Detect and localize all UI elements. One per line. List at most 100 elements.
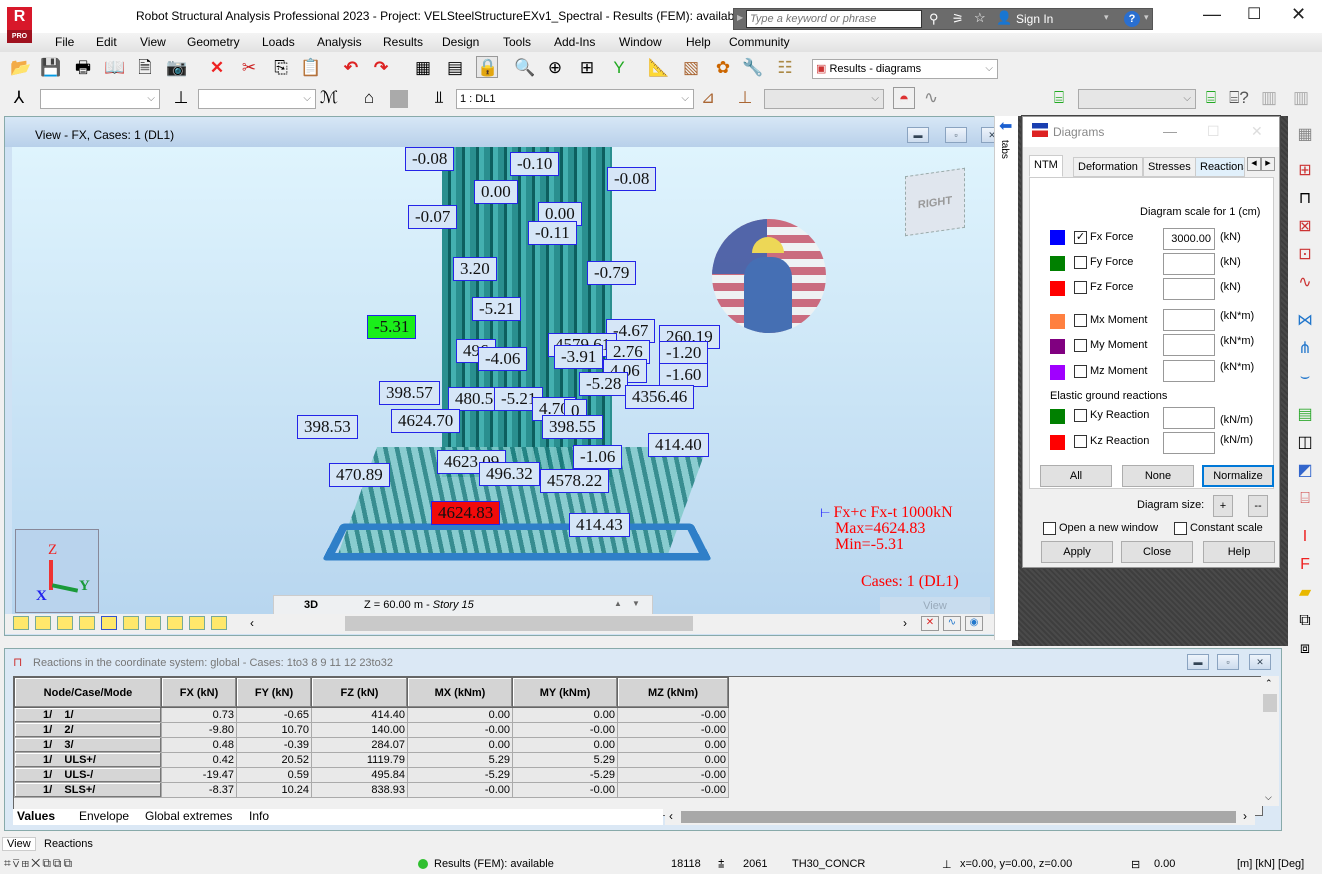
ky-checkbox[interactable] xyxy=(1074,409,1087,422)
tab-info[interactable]: Info xyxy=(249,809,269,823)
structure-3d-icon[interactable]: ⌸ xyxy=(1200,87,1222,109)
mode-icon[interactable]: ⊥ xyxy=(734,87,756,109)
hide-diagrams-icon[interactable]: ✕ xyxy=(921,616,939,631)
menu-loads[interactable]: Loads xyxy=(262,35,295,49)
cell[interactable]: -19.47 xyxy=(161,767,237,783)
col-fy[interactable]: FY (kN) xyxy=(236,677,312,708)
cell[interactable]: 0.00 xyxy=(407,707,513,723)
fy-color-swatch[interactable] xyxy=(1050,256,1065,271)
cell[interactable]: -8.37 xyxy=(161,782,237,798)
cell[interactable]: 5.29 xyxy=(512,752,618,768)
wave-icon[interactable]: ∿ xyxy=(920,87,942,109)
ky-scale-input[interactable] xyxy=(1163,407,1215,429)
case-icon[interactable]: ⫫ xyxy=(428,87,450,109)
menu-add-ins[interactable]: Add-Ins xyxy=(554,35,595,49)
mz-color-swatch[interactable] xyxy=(1050,365,1065,380)
my-scale-input[interactable] xyxy=(1163,334,1215,356)
timber-icon[interactable]: ▰ xyxy=(1294,582,1316,604)
node-select-icon[interactable]: ⅄ xyxy=(8,87,30,109)
frame-table-icon[interactable]: ⊓ xyxy=(1294,188,1316,210)
panels-icon[interactable] xyxy=(145,616,161,630)
scroll-left-icon[interactable]: ‹ xyxy=(250,616,254,630)
case-select[interactable]: 1 : DL1 ⌵ xyxy=(456,89,694,109)
table-vscroll[interactable]: ⌃ ⌵ xyxy=(1261,676,1279,806)
refresh-display-icon[interactable] xyxy=(211,616,227,630)
help-dropdown[interactable]: ▾ xyxy=(1144,12,1149,23)
maps-table-icon[interactable]: ▤ xyxy=(1294,404,1316,426)
zoom-window-icon[interactable]: ⊕ xyxy=(544,57,566,79)
cell[interactable]: -9.80 xyxy=(161,722,237,738)
tabs-label[interactable]: tabs xyxy=(999,140,1010,159)
open-icon[interactable]: 📂 xyxy=(10,57,32,79)
bug-icon[interactable]: ✿ xyxy=(712,57,734,79)
tab-reactions[interactable]: Reactions xyxy=(1195,157,1245,177)
my-checkbox[interactable] xyxy=(1074,339,1087,352)
scroll-right-icon[interactable]: › xyxy=(903,616,907,630)
mx-scale-input[interactable] xyxy=(1163,309,1215,331)
view-button[interactable]: View xyxy=(880,597,990,614)
calc-settings-icon[interactable]: ▤ xyxy=(444,57,466,79)
steel-design-icon[interactable]: I xyxy=(1294,526,1316,548)
constant-scale-checkbox[interactable] xyxy=(1174,522,1187,535)
loads-icon[interactable] xyxy=(101,616,117,630)
scroll-left-icon[interactable]: ‹ xyxy=(669,809,673,823)
cell[interactable]: -0.00 xyxy=(512,722,618,738)
status-tool-icons[interactable]: ⌗⊽⊞✕⧉⧉⧉ xyxy=(4,856,74,871)
undo-icon[interactable]: ↶ xyxy=(340,57,362,79)
influence-lines-icon[interactable]: ⋔ xyxy=(1294,338,1316,360)
copy-icon[interactable]: ⎘ xyxy=(270,57,292,79)
units[interactable]: [m] [kN] [Deg] xyxy=(1237,858,1304,870)
import-icon[interactable]: ▥ xyxy=(1258,87,1280,109)
fx-color-swatch[interactable] xyxy=(1050,230,1065,245)
wrench-icon[interactable]: 🔧 xyxy=(742,57,764,79)
col-mx[interactable]: MX (kNm) xyxy=(407,677,513,708)
cell[interactable]: 10.24 xyxy=(236,782,312,798)
maximize-button[interactable]: ☐ xyxy=(1247,4,1261,24)
cell[interactable]: -5.29 xyxy=(407,767,513,783)
view-hscroll-thumb[interactable] xyxy=(345,616,693,631)
fz-checkbox[interactable] xyxy=(1074,281,1087,294)
structure-select[interactable]: ⌵ xyxy=(1078,89,1196,109)
3d-viewport[interactable]: RIGHT -0.08 -0.10 -0.08 0.00 0.00 -0.07 … xyxy=(12,147,995,614)
table-close-button[interactable]: ✕ xyxy=(1249,654,1271,670)
cell[interactable]: 0.42 xyxy=(161,752,237,768)
member-select-icon[interactable]: ℳ xyxy=(318,87,340,109)
section-table-icon[interactable]: ◫ xyxy=(1294,432,1316,454)
table-row[interactable]: 1/ ULS-/-19.47 0.59 495.84 -5.29 -5.29 -0.00 xyxy=(14,767,729,783)
cell[interactable]: 495.84 xyxy=(311,767,408,783)
help-icon[interactable]: ? xyxy=(1124,11,1140,27)
section-shapes-icon[interactable] xyxy=(57,616,73,630)
story-down-button[interactable]: ▼ xyxy=(632,599,640,608)
kz-scale-input[interactable] xyxy=(1163,432,1215,454)
view-minimize-button[interactable]: ▬ xyxy=(907,127,929,143)
col-node-case-mode[interactable]: Node/Case/Mode xyxy=(14,677,162,708)
none-button[interactable]: None xyxy=(1122,465,1194,487)
fz-scale-input[interactable] xyxy=(1163,278,1215,300)
sign-in-link[interactable]: Sign In xyxy=(1016,12,1053,26)
table-row[interactable]: 1/ 1/0.73 -0.65 414.40 0.00 0.00 -0.00 xyxy=(14,707,729,723)
window-tab-reactions[interactable]: Reactions xyxy=(44,838,93,850)
bar-selection-combo[interactable]: ⌵ xyxy=(198,89,316,109)
fy-checkbox[interactable] xyxy=(1074,256,1087,269)
ky-color-swatch[interactable] xyxy=(1050,409,1065,424)
cell[interactable]: 10.70 xyxy=(236,722,312,738)
view-cube[interactable]: RIGHT xyxy=(905,167,965,237)
cell[interactable]: 414.40 xyxy=(311,707,408,723)
binoculars-icon[interactable]: ⚲ xyxy=(929,11,939,27)
mz-checkbox[interactable] xyxy=(1074,365,1087,378)
lock-icon[interactable]: 🔒 xyxy=(476,56,498,78)
tab-scroll-right[interactable]: ▶ xyxy=(1261,157,1275,171)
cell[interactable]: 0.00 xyxy=(407,737,513,753)
menu-results[interactable]: Results xyxy=(383,35,423,49)
node-numbers-icon[interactable] xyxy=(13,616,29,630)
fy-scale-input[interactable] xyxy=(1163,253,1215,275)
forces-table-icon[interactable]: ⊠ xyxy=(1294,216,1316,238)
cell[interactable]: -5.29 xyxy=(512,767,618,783)
arrow-left-icon[interactable]: ⬅ xyxy=(999,116,1012,136)
menu-tools[interactable]: Tools xyxy=(503,35,531,49)
minimize-button[interactable]: — xyxy=(1203,4,1221,25)
supports-icon[interactable] xyxy=(79,616,95,630)
views-icon[interactable]: ⊞ xyxy=(576,57,598,79)
reactions-table-icon[interactable]: ⊞ xyxy=(1294,160,1316,182)
kz-color-swatch[interactable] xyxy=(1050,435,1065,450)
